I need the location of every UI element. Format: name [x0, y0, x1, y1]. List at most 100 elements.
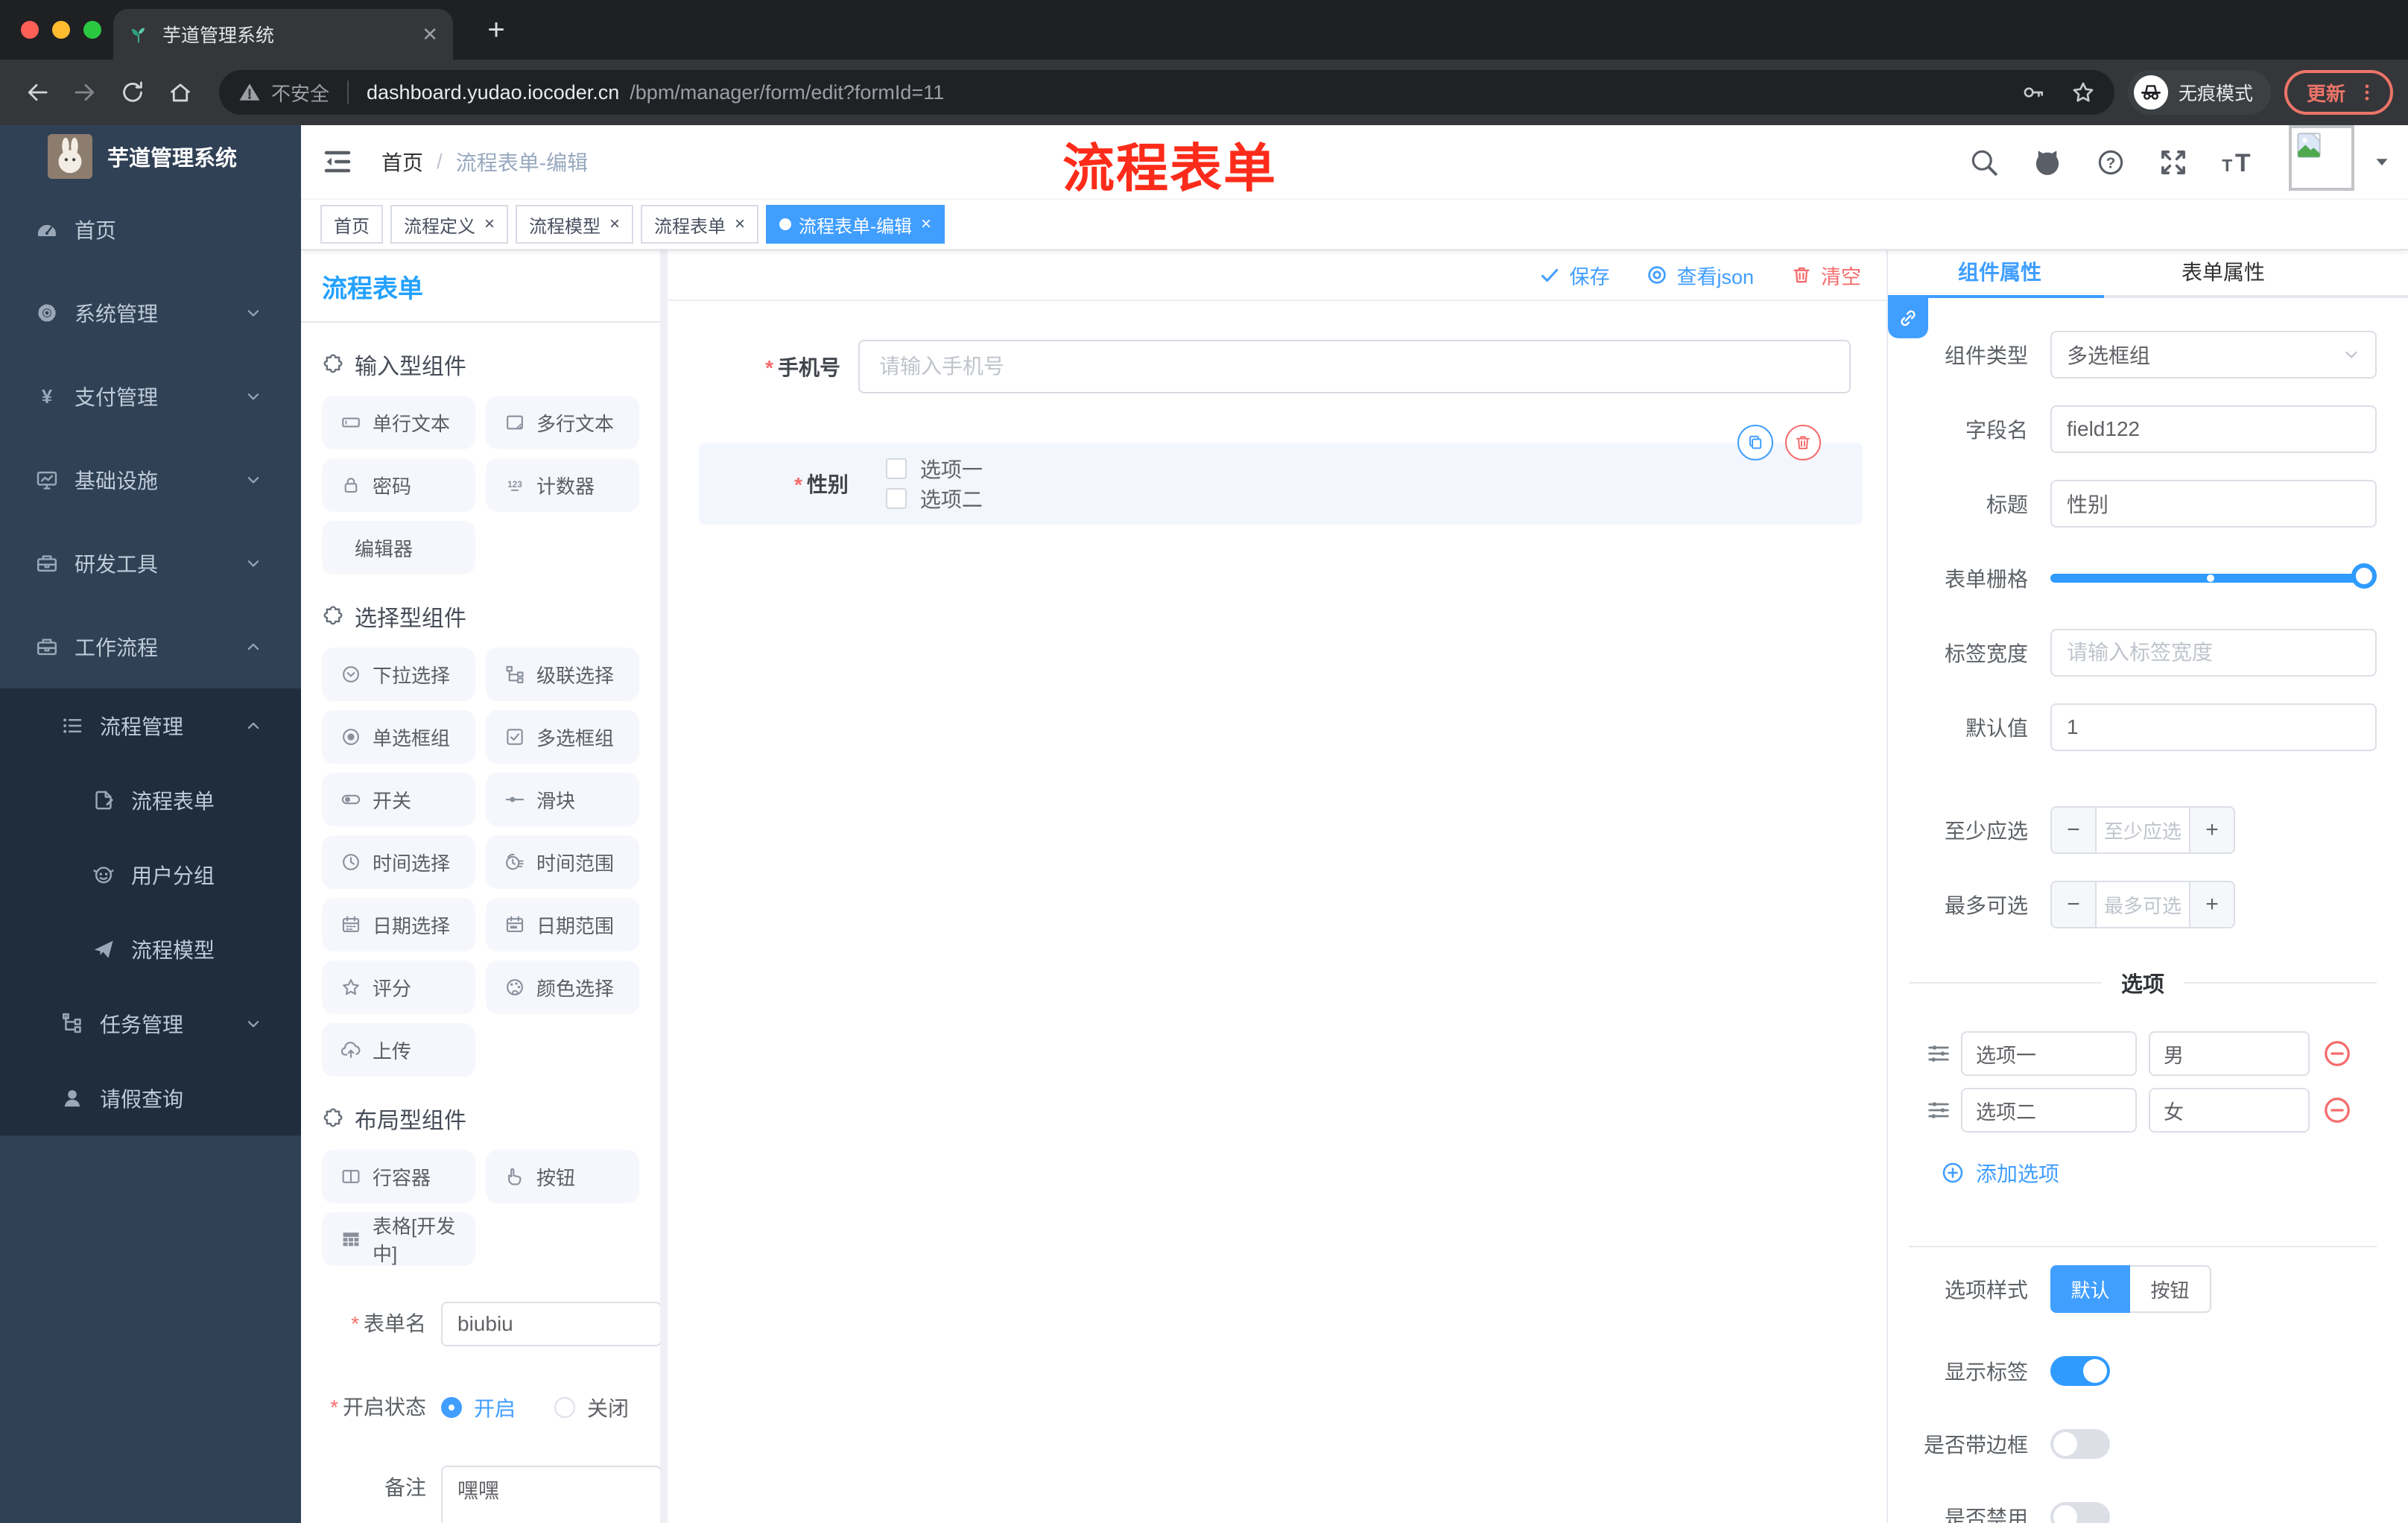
stepper-decrease-button[interactable]: −: [2052, 882, 2097, 927]
option-label-input[interactable]: [1961, 1088, 2137, 1133]
palette-chip-行容器[interactable]: 行容器: [322, 1150, 475, 1203]
form-grid-slider[interactable]: [2050, 554, 2377, 602]
new-tab-button[interactable]: +: [477, 10, 516, 49]
palette-chip-日期范围[interactable]: 日期范围: [486, 898, 639, 952]
minimize-window-button[interactable]: [52, 21, 70, 39]
avatar-caret-icon[interactable]: [2374, 154, 2390, 171]
sidebar-item-流程模型[interactable]: 流程模型: [0, 912, 301, 987]
palette-chip-单选框组[interactable]: 单选框组: [322, 710, 475, 764]
sidebar-item-流程表单[interactable]: 流程表单: [0, 763, 301, 838]
selected-widget-gender[interactable]: 性别 选项一选项二: [699, 425, 1863, 525]
palette-chip-单行文本[interactable]: 单行文本: [322, 396, 475, 449]
option-value-input[interactable]: [2149, 1088, 2310, 1133]
sidebar-collapse-icon[interactable]: [322, 146, 353, 177]
tab-component-props[interactable]: 组件属性: [1888, 250, 2111, 295]
tag-首页[interactable]: 首页: [320, 205, 383, 244]
palette-chip-滑块[interactable]: 滑块: [486, 773, 639, 826]
stepper-increase-button[interactable]: +: [2189, 882, 2234, 927]
maximize-window-button[interactable]: [83, 21, 101, 39]
palette-chip-评分[interactable]: 评分: [322, 960, 475, 1014]
data-binding-link-button[interactable]: [1888, 298, 1928, 338]
status-off-radio[interactable]: 关闭: [554, 1393, 629, 1422]
stepper-input[interactable]: 最多可选: [2097, 882, 2189, 927]
tag-流程定义[interactable]: 流程定义 ×: [390, 205, 509, 244]
tag-close-icon[interactable]: ×: [609, 214, 620, 235]
search-icon[interactable]: [1970, 148, 1998, 177]
palette-chip-日期选择[interactable]: 日期选择: [322, 898, 475, 952]
palette-chip-开关[interactable]: 开关: [322, 773, 475, 826]
drag-handle-icon[interactable]: [1927, 1098, 1951, 1122]
sidebar-item-流程管理[interactable]: 流程管理: [0, 688, 301, 763]
sidebar-item-基础设施[interactable]: 基础设施: [0, 438, 301, 522]
bookmark-star-icon[interactable]: [2071, 80, 2095, 104]
password-key-icon[interactable]: [2022, 80, 2046, 104]
tag-close-icon[interactable]: ×: [735, 214, 745, 235]
palette-chip-时间范围[interactable]: 时间范围: [486, 835, 639, 889]
stepper-increase-button[interactable]: +: [2189, 808, 2234, 852]
palette-chip-按钮[interactable]: 按钮: [486, 1150, 639, 1203]
palette-chip-上传[interactable]: 上传: [322, 1023, 475, 1077]
sidebar-item-工作流程[interactable]: 工作流程: [0, 605, 301, 688]
delete-widget-button[interactable]: [1785, 425, 1821, 460]
palette-chip-时间选择[interactable]: 时间选择: [322, 835, 475, 889]
palette-chip-多行文本[interactable]: 多行文本: [486, 396, 639, 449]
option-label-input[interactable]: [1961, 1031, 2137, 1076]
fullscreen-icon[interactable]: [2159, 148, 2187, 177]
copy-widget-button[interactable]: [1737, 425, 1773, 460]
stepper-decrease-button[interactable]: −: [2052, 808, 2097, 852]
address-bar[interactable]: 不安全 dashboard.yudao.iocoder.cn/bpm/manag…: [219, 70, 2114, 115]
form-name-input[interactable]: [441, 1302, 660, 1346]
toggle-是否带边框[interactable]: [2050, 1429, 2110, 1459]
sidebar-item-请假查询[interactable]: 请假查询: [0, 1061, 301, 1136]
reload-button[interactable]: [110, 70, 155, 115]
tag-流程表单-编辑[interactable]: 流程表单-编辑 ×: [766, 205, 945, 244]
prop-input-标签宽度[interactable]: [2050, 629, 2377, 677]
prop-input-标题[interactable]: [2050, 480, 2377, 528]
toggle-显示标签[interactable]: [2050, 1356, 2110, 1386]
palette-chip-编辑器[interactable]: 编辑器: [322, 521, 475, 574]
save-button[interactable]: 保存: [1539, 261, 1609, 290]
stepper-input[interactable]: 至少应选: [2097, 808, 2189, 852]
sidebar-item-用户分组[interactable]: 用户分组: [0, 838, 301, 912]
palette-chip-密码[interactable]: 密码: [322, 458, 475, 512]
palette-chip-多选框组[interactable]: 多选框组: [486, 710, 639, 764]
status-on-radio[interactable]: 开启: [441, 1393, 516, 1422]
clear-button[interactable]: 清空: [1791, 261, 1861, 290]
tab-form-props[interactable]: 表单属性: [2111, 250, 2335, 295]
browser-tab[interactable]: 芋道管理系统 ✕: [113, 9, 453, 60]
home-button[interactable]: [158, 70, 203, 115]
palette-chip-颜色选择[interactable]: 颜色选择: [486, 960, 639, 1014]
palette-chip-下拉选择[interactable]: 下拉选择: [322, 647, 475, 701]
sidebar-item-任务管理[interactable]: 任务管理: [0, 987, 301, 1061]
remove-option-button[interactable]: [2323, 1096, 2351, 1124]
user-avatar[interactable]: [2289, 125, 2354, 191]
help-icon[interactable]: ?: [2097, 148, 2125, 177]
github-icon[interactable]: [2032, 148, 2062, 177]
checkbox-box[interactable]: [885, 488, 907, 509]
sidebar-item-首页[interactable]: 首页: [0, 188, 301, 271]
prop-input-字段名[interactable]: [2050, 405, 2377, 453]
add-option-button[interactable]: 添加选项: [1942, 1158, 2377, 1188]
checkbox-box[interactable]: [885, 458, 907, 479]
palette-chip-表格[开发中][interactable]: 表格[开发中]: [322, 1212, 475, 1266]
style-default-button[interactable]: 默认: [2050, 1265, 2130, 1313]
forward-button[interactable]: [63, 70, 107, 115]
palette-chip-级联选择[interactable]: 级联选择: [486, 647, 639, 701]
tab-close-icon[interactable]: ✕: [422, 23, 438, 46]
tag-流程模型[interactable]: 流程模型 ×: [516, 205, 634, 244]
prop-input-默认值[interactable]: [2050, 703, 2377, 751]
sidebar-item-研发工具[interactable]: 研发工具: [0, 522, 301, 605]
option-value-input[interactable]: [2149, 1031, 2310, 1076]
remove-option-button[interactable]: [2323, 1039, 2351, 1068]
tag-close-icon[interactable]: ×: [484, 214, 495, 235]
sidebar-item-系统管理[interactable]: 系统管理: [0, 271, 301, 355]
widget-checkbox-选项一[interactable]: 选项一: [885, 454, 983, 484]
tag-流程表单[interactable]: 流程表单 ×: [641, 205, 759, 244]
font-size-icon[interactable]: TT: [2222, 148, 2255, 177]
drag-handle-icon[interactable]: [1927, 1042, 1951, 1066]
widget-checkbox-选项二[interactable]: 选项二: [885, 484, 983, 513]
back-button[interactable]: [15, 70, 60, 115]
phone-input[interactable]: [858, 340, 1851, 393]
view-json-button[interactable]: 查看json: [1647, 261, 1754, 290]
form-remark-textarea[interactable]: 嘿嘿: [441, 1466, 660, 1523]
